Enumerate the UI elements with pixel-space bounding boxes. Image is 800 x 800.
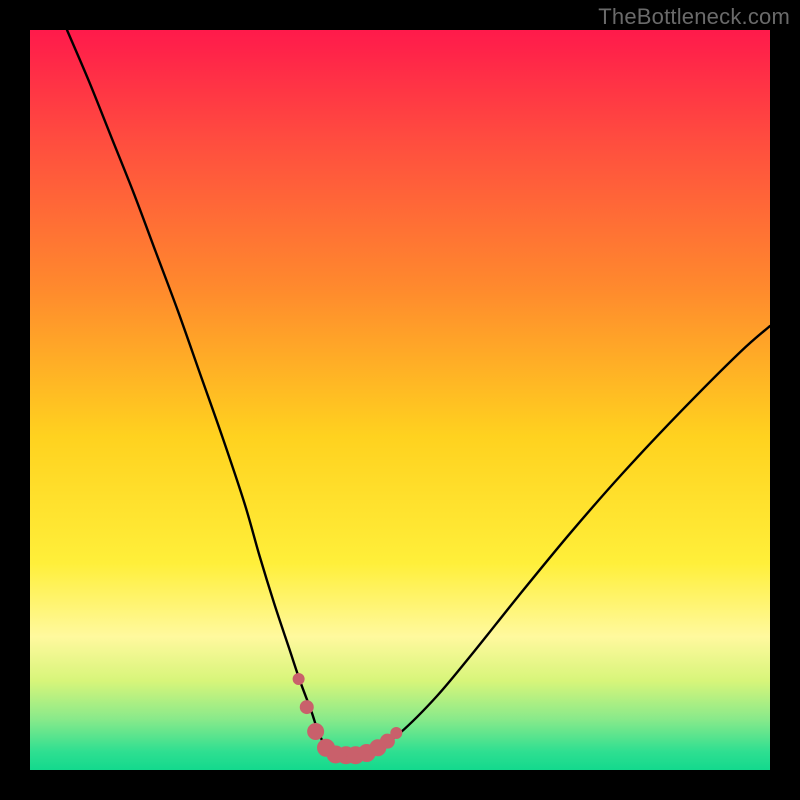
plot-background bbox=[30, 30, 770, 770]
bottleneck-chart-svg bbox=[0, 0, 800, 800]
marker-point bbox=[308, 724, 324, 740]
marker-point bbox=[293, 673, 304, 684]
marker-point bbox=[391, 728, 402, 739]
marker-point bbox=[300, 701, 313, 714]
watermark-text: TheBottleneck.com bbox=[598, 4, 790, 30]
chart-stage: TheBottleneck.com bbox=[0, 0, 800, 800]
